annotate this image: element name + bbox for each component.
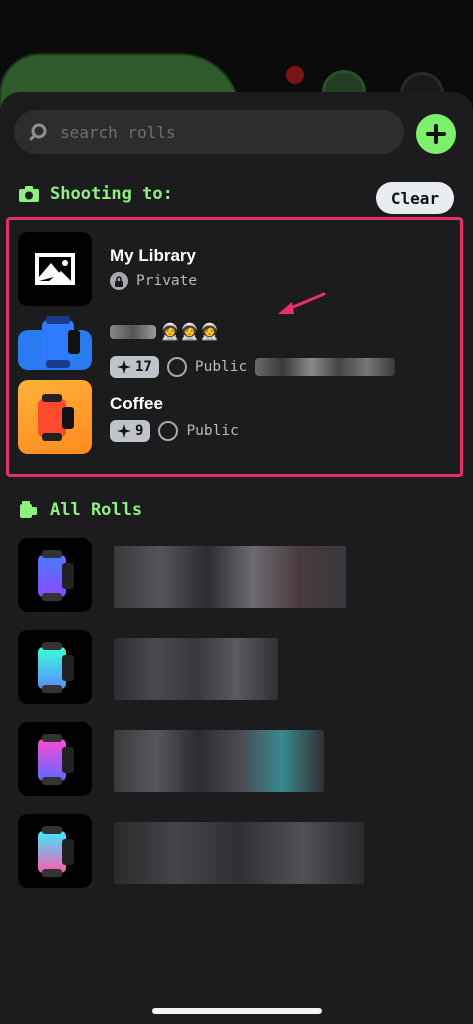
lock-icon (110, 272, 128, 290)
search-field[interactable] (14, 110, 404, 154)
photo-library-icon (35, 253, 75, 285)
photo-count-badge: 17 (110, 356, 159, 378)
roll-row[interactable] (18, 814, 458, 888)
roll-thumbnail (18, 722, 92, 796)
shooting-to-label: Shooting to: (50, 184, 173, 204)
home-indicator[interactable] (152, 1008, 322, 1014)
film-canister-icon (38, 826, 74, 877)
roll-thumbnail (18, 538, 92, 612)
film-canister-icon (38, 642, 74, 693)
privacy-label: Private (136, 273, 198, 289)
photo-count-badge: 9 (110, 420, 151, 442)
film-canister-icon (38, 394, 74, 441)
photo-count: 17 (135, 359, 152, 375)
spark-icon (117, 424, 131, 438)
roll-meta: 17 Public (110, 356, 396, 378)
roll-title: 🧑‍🚀🧑‍🚀🧑‍🚀 (160, 322, 220, 341)
roll-row[interactable] (18, 538, 458, 612)
globe-icon (158, 421, 179, 441)
plus-icon (426, 124, 446, 144)
film-icon (18, 501, 40, 519)
all-rolls-label: All Rolls (50, 500, 143, 520)
roll-row-shared[interactable]: 🧑‍🚀🧑‍🚀🧑‍🚀 17 Public (18, 312, 458, 386)
redacted-text (110, 324, 156, 339)
spark-icon (117, 360, 131, 374)
roll-title-row: 🧑‍🚀🧑‍🚀🧑‍🚀 (110, 322, 220, 341)
search-input[interactable] (60, 122, 360, 142)
roll-row[interactable] (18, 630, 458, 704)
redacted-roll-info (114, 730, 324, 792)
library-thumbnail (18, 232, 92, 306)
roll-meta: Private (110, 272, 197, 290)
shooting-to-header: Shooting to: (18, 184, 173, 204)
roll-thumbnail (18, 814, 92, 888)
roll-row[interactable] (18, 722, 458, 796)
roll-meta: 9 Public (110, 420, 239, 442)
background-dot (286, 66, 304, 84)
film-canister-icon (28, 312, 88, 372)
redacted-roll-info (114, 638, 278, 700)
roll-thumbnail (18, 380, 92, 454)
privacy-label: Public (194, 359, 248, 375)
arrow-icon (278, 292, 326, 314)
roll-picker-sheet: Shooting to: Clear My Library Private (0, 92, 473, 1024)
camera-icon (18, 185, 40, 203)
redacted-members (255, 358, 396, 376)
redacted-roll-info (114, 822, 364, 884)
roll-title: Coffee (110, 394, 163, 413)
roll-row-my-library[interactable]: My Library Private (18, 232, 458, 306)
search-icon (28, 122, 48, 142)
roll-thumbnail (18, 630, 92, 704)
redacted-roll-info (114, 546, 346, 608)
photo-count: 9 (135, 423, 144, 439)
film-canister-icon (38, 734, 74, 785)
clear-button[interactable]: Clear (376, 182, 454, 214)
add-roll-button[interactable] (416, 114, 456, 154)
privacy-label: Public (186, 423, 239, 439)
roll-title: My Library (110, 246, 196, 265)
globe-icon (166, 357, 187, 377)
all-rolls-header: All Rolls (18, 500, 142, 520)
film-canister-icon (38, 550, 74, 601)
roll-row-coffee[interactable]: Coffee 9 Public (18, 380, 458, 454)
